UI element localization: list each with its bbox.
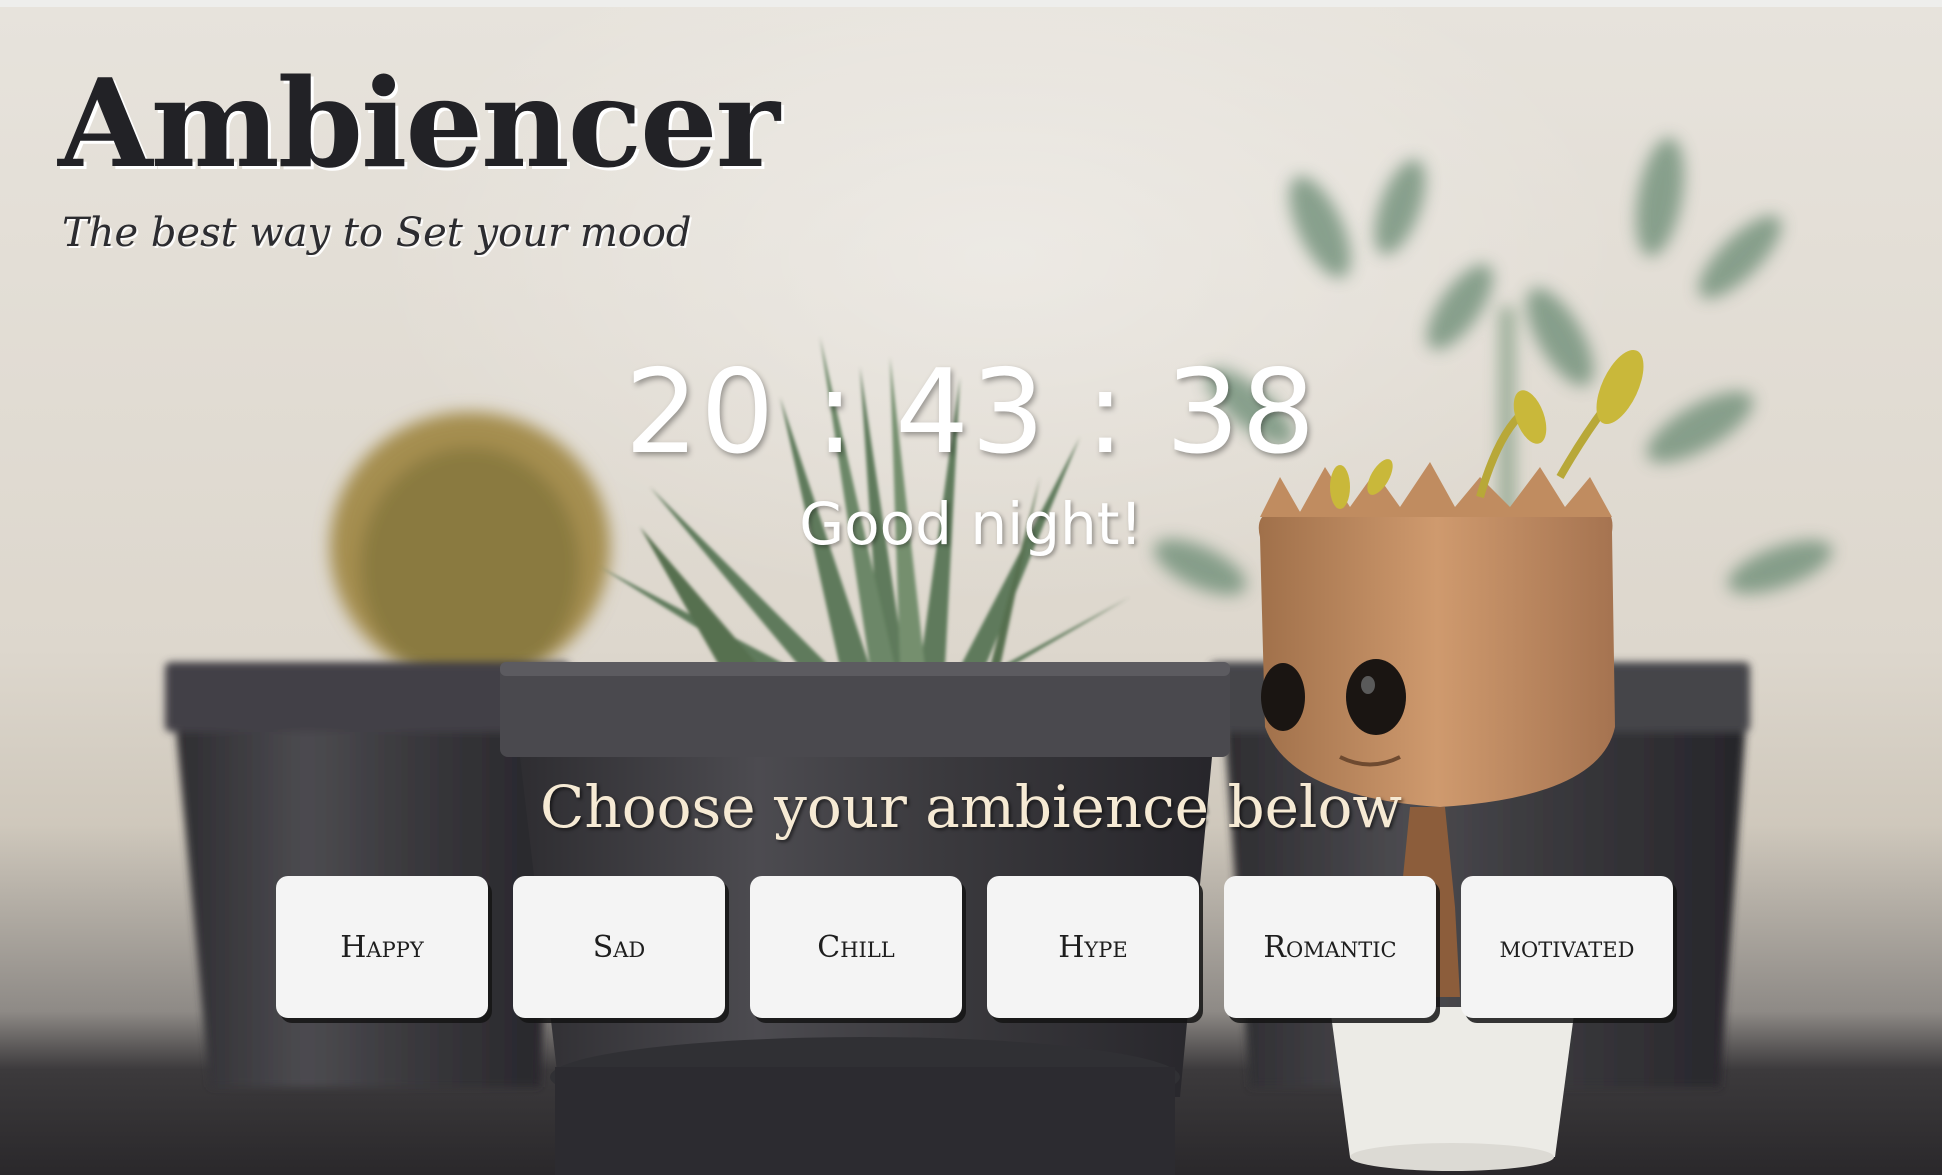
mood-button-happy[interactable]: Happy bbox=[276, 876, 488, 1018]
top-border bbox=[0, 0, 1942, 7]
ambience-prompt: Choose your ambience below bbox=[539, 773, 1403, 841]
ambience-options: Happy Sad Chill Hype Romantic motivated bbox=[276, 876, 1673, 1018]
mood-button-sad[interactable]: Sad bbox=[513, 876, 725, 1018]
mood-button-hype[interactable]: Hype bbox=[987, 876, 1199, 1018]
mood-button-chill[interactable]: Chill bbox=[750, 876, 962, 1018]
app-title: Ambiencer bbox=[58, 51, 780, 195]
mood-button-motivated[interactable]: motivated bbox=[1461, 876, 1673, 1018]
app-tagline: The best way to Set your mood bbox=[62, 210, 692, 256]
greeting-text: Good night! bbox=[799, 490, 1143, 558]
mood-button-romantic[interactable]: Romantic bbox=[1224, 876, 1436, 1018]
clock-time: 20 : 43 : 38 bbox=[624, 345, 1318, 480]
